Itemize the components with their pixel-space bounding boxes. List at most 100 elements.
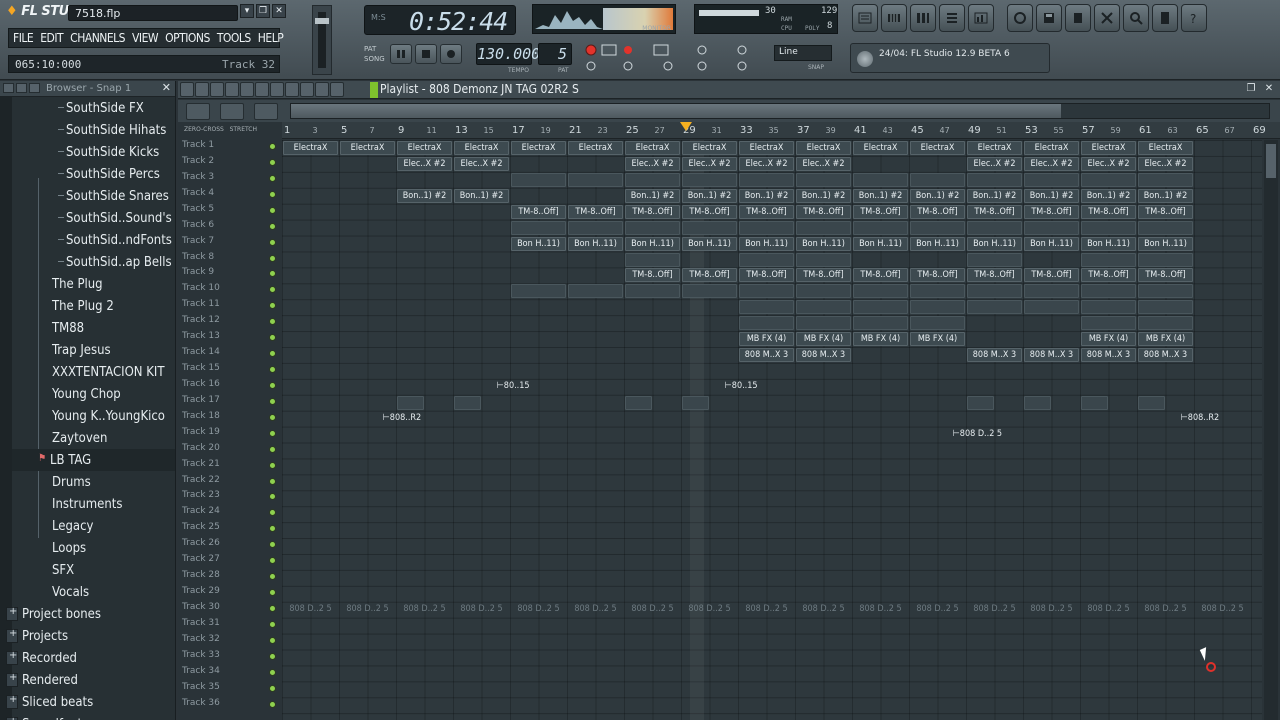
track-header[interactable]: Track 26 <box>182 538 278 553</box>
pattern-clip[interactable]: Bon..1) #2 <box>1024 188 1079 203</box>
pattern-clip[interactable]: Elec..X #2 <box>1138 156 1193 171</box>
slice-tool-icon[interactable] <box>285 82 299 97</box>
track-mute-led[interactable] <box>269 334 276 342</box>
browser-item[interactable]: SouthSid..ap Bells <box>0 251 175 273</box>
pattern-clip[interactable] <box>910 284 965 299</box>
pause-button[interactable] <box>390 44 412 64</box>
pattern-clip[interactable] <box>1081 172 1136 187</box>
pattern-clip[interactable]: 808 D..2 5 <box>397 603 452 617</box>
search-icon[interactable] <box>1123 4 1149 32</box>
pattern-clip[interactable]: TM-8..Off] <box>967 268 1022 283</box>
pattern-clip[interactable] <box>853 284 908 299</box>
track-header[interactable]: Track 5 <box>182 204 278 219</box>
pattern-clip[interactable]: ⊢808..R2 <box>1181 412 1222 426</box>
pattern-clip[interactable]: TM-8..Off] <box>910 204 965 219</box>
pattern-number[interactable]: 5 <box>538 43 572 65</box>
pattern-clip[interactable]: Bon H..11) <box>1024 236 1079 251</box>
track-mute-led[interactable] <box>269 445 276 453</box>
browser-forward-icon[interactable] <box>29 83 40 93</box>
horizontal-scrollbar[interactable] <box>290 103 1270 119</box>
pattern-clip[interactable]: Bon..1) #2 <box>967 188 1022 203</box>
pattern-clip[interactable] <box>739 300 794 315</box>
pattern-clip[interactable]: TM-8..Off] <box>625 204 680 219</box>
pattern-clip[interactable] <box>568 220 623 235</box>
track-mute-led[interactable] <box>269 493 276 501</box>
pattern-clip[interactable]: Bon..1) #2 <box>682 188 737 203</box>
playlist-options-icon[interactable] <box>180 82 194 97</box>
track-mute-led[interactable] <box>269 461 276 469</box>
pattern-clip[interactable] <box>853 316 908 331</box>
browser-item[interactable]: SouthSid..ndFonts <box>0 229 175 251</box>
menu-tools[interactable]: TOOLS <box>217 31 251 45</box>
pattern-clip[interactable] <box>1138 220 1193 235</box>
track-header[interactable]: Track 11 <box>182 299 278 314</box>
folder-expand-icon[interactable] <box>6 606 18 621</box>
track-header[interactable]: Track 29 <box>182 586 278 601</box>
pattern-clip[interactable]: ⊢808..R2 <box>383 412 424 426</box>
pattern-clip[interactable] <box>739 284 794 299</box>
track-header[interactable]: Track 25 <box>182 522 278 537</box>
zero-cross-stretch[interactable]: ZERO-CROSS STRETCH <box>184 126 257 133</box>
pattern-clip[interactable]: 808 D..2 5 <box>511 603 566 617</box>
song-mode-label[interactable]: SONG <box>364 54 385 64</box>
browser-back-icon[interactable] <box>16 83 27 93</box>
tool-icons[interactable] <box>582 42 772 74</box>
track-mute-led[interactable] <box>269 557 276 565</box>
pattern-clip[interactable]: Bon..1) #2 <box>625 188 680 203</box>
track-header[interactable]: Track 19 <box>182 427 278 442</box>
browser-item[interactable]: Young K..YoungKico <box>0 405 175 427</box>
pattern-clip[interactable]: Elec..X #2 <box>625 156 680 171</box>
vertical-scrollbar[interactable] <box>1264 140 1278 720</box>
pattern-clip[interactable]: Bon H..11) <box>910 236 965 251</box>
track-header[interactable]: Track 31 <box>182 618 278 633</box>
restore-icon[interactable]: ❐ <box>1244 82 1258 96</box>
pattern-clip[interactable] <box>796 252 851 267</box>
pattern-clip[interactable]: 808 M..X 3 <box>796 348 851 363</box>
track-header[interactable]: Track 13 <box>182 331 278 346</box>
pattern-clip[interactable]: ElectraX <box>682 141 737 155</box>
pattern-clip[interactable]: Bon..1) #2 <box>1138 188 1193 203</box>
pattern-clip[interactable]: ElectraX <box>967 141 1022 155</box>
pattern-clip[interactable]: 808 M..X 3 <box>1024 348 1079 363</box>
pattern-clip[interactable]: 808 D..2 5 <box>1138 603 1193 617</box>
pattern-clip[interactable]: ElectraX <box>853 141 908 155</box>
pattern-clip[interactable]: 808 M..X 3 <box>739 348 794 363</box>
browser-item[interactable]: SouthSide Percs <box>0 163 175 185</box>
pattern-clip[interactable] <box>1024 395 1051 410</box>
track-header[interactable]: Track 35 <box>182 682 278 697</box>
pattern-clip[interactable] <box>910 316 965 331</box>
pattern-clip[interactable]: TM-8..Off] <box>910 268 965 283</box>
track-mute-led[interactable] <box>269 397 276 405</box>
track-mute-led[interactable] <box>269 573 276 581</box>
browser-item[interactable]: Loops <box>0 537 175 559</box>
pattern-clip[interactable] <box>1081 284 1136 299</box>
close-icon[interactable]: ✕ <box>272 4 286 18</box>
track-header[interactable]: Track 34 <box>182 666 278 681</box>
track-mute-led[interactable] <box>269 381 276 389</box>
pattern-clip[interactable]: 808 D..2 5 <box>910 603 965 617</box>
news-panel[interactable]: 24/04: FL Studio 12.9 BETA 6 <box>850 43 1050 73</box>
tempo-display[interactable]: 130.000 <box>476 43 540 65</box>
track-mute-led[interactable] <box>269 668 276 676</box>
pattern-clip[interactable]: Elec..X #2 <box>796 156 851 171</box>
pattern-clip[interactable] <box>796 316 851 331</box>
pattern-clip[interactable]: TM-8..Off] <box>853 268 908 283</box>
master-volume-slider[interactable] <box>312 5 332 75</box>
pattern-clip[interactable]: Bon H..11) <box>1138 236 1193 251</box>
track-mute-led[interactable] <box>269 604 276 612</box>
pattern-clip[interactable] <box>625 284 680 299</box>
pattern-clip[interactable]: TM-8..Off] <box>796 268 851 283</box>
track-mute-led[interactable] <box>269 541 276 549</box>
song-time-display[interactable]: M:S 0:52:44 <box>364 5 516 36</box>
track-header[interactable]: Track 12 <box>182 315 278 330</box>
pattern-clip[interactable] <box>967 395 994 410</box>
track-mute-led[interactable] <box>269 206 276 214</box>
track-header[interactable]: Track 9 <box>182 267 278 282</box>
pattern-clip[interactable]: Bon..1) #2 <box>454 188 509 203</box>
track-header[interactable]: Track 17 <box>182 395 278 410</box>
pattern-clip[interactable]: Bon..1) #2 <box>796 188 851 203</box>
track-mute-led[interactable] <box>269 652 276 660</box>
pattern-clip[interactable] <box>853 300 908 315</box>
track-header[interactable]: Track 7 <box>182 236 278 251</box>
pattern-clip[interactable] <box>1138 316 1193 331</box>
